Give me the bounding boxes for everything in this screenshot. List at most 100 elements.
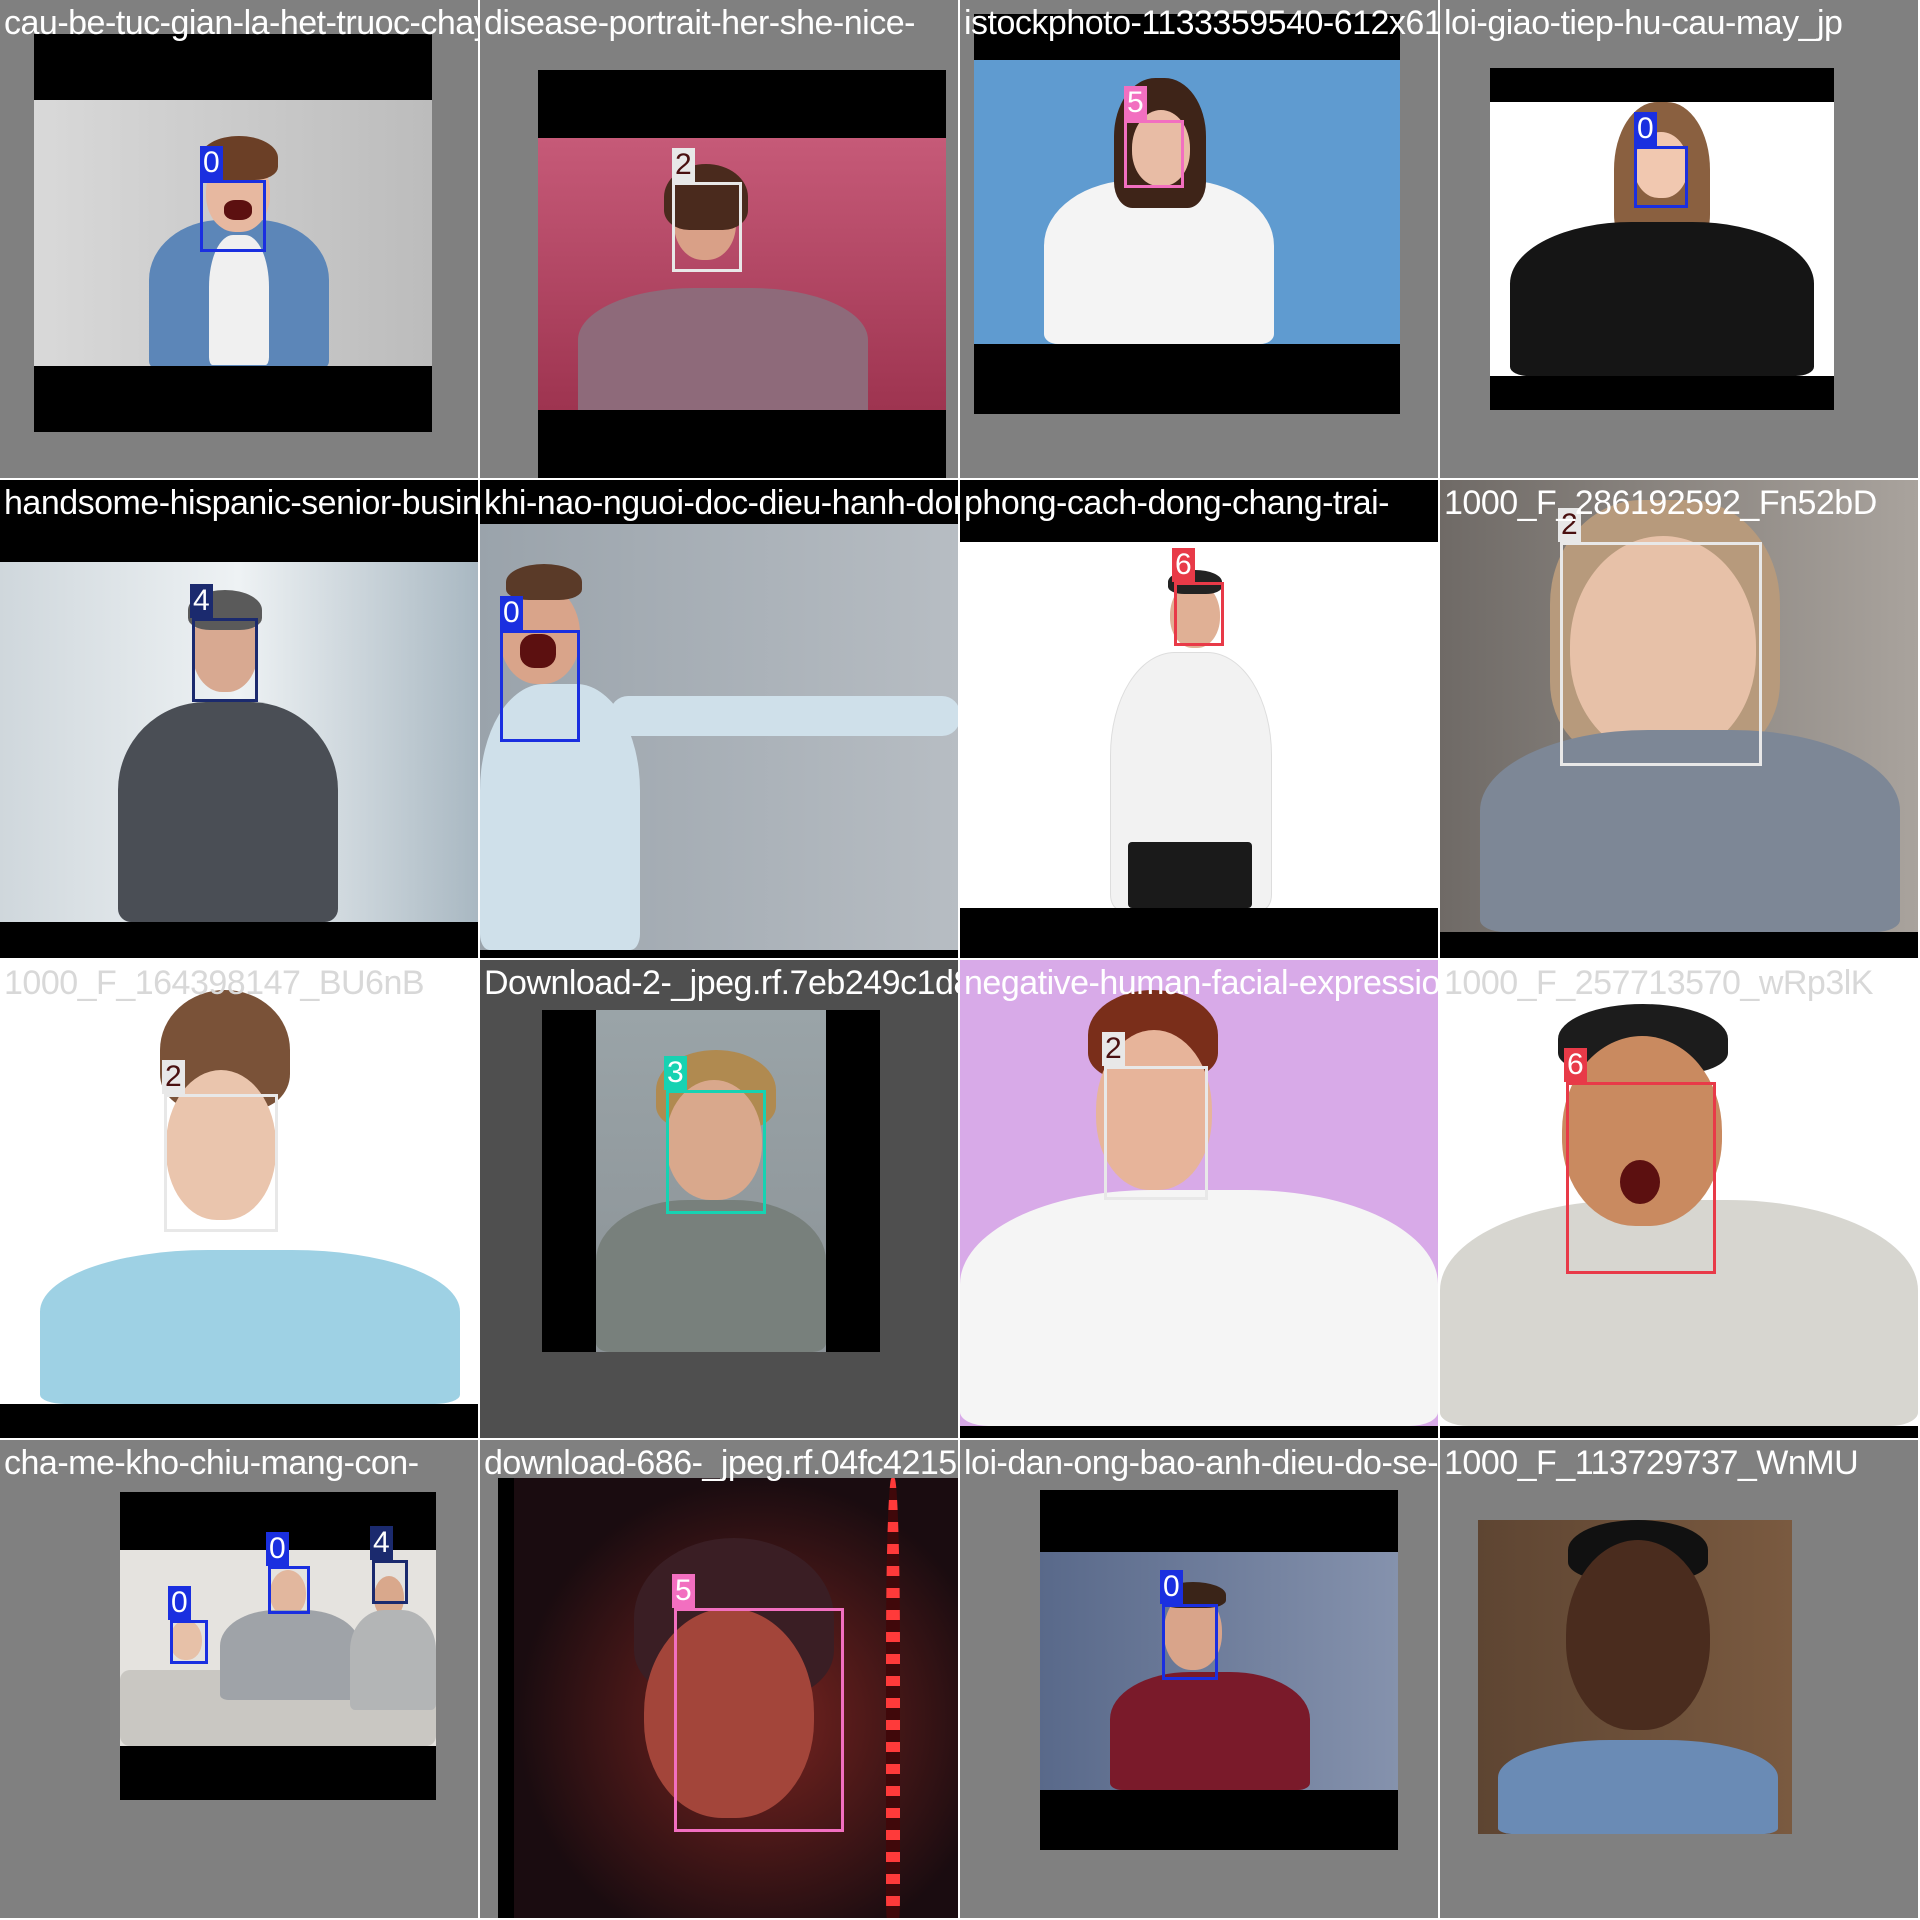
person-hair (506, 564, 582, 600)
letterbox (1040, 1790, 1398, 1850)
letterbox (498, 1478, 514, 1918)
bounding-box-label: 4 (370, 1526, 393, 1560)
tile-title: 1000_F_164398147_BU6nB (4, 964, 425, 1002)
bounding-box (200, 180, 266, 252)
letterbox (480, 950, 958, 958)
person-arm (610, 696, 958, 736)
tile-title: loi-giao-tiep-hu-cau-may_jp (1444, 4, 1843, 42)
tile-title: cau-be-tuc-gian-la-het-truoc-chay-qua-jp… (4, 4, 478, 42)
person-torso (1510, 222, 1814, 376)
person-torso (1110, 1672, 1310, 1790)
image-tile: 2 1000_F_164398147_BU6nB (0, 960, 478, 1438)
letterbox (1490, 376, 1834, 410)
letterbox (538, 410, 946, 478)
person-torso (1498, 1740, 1778, 1834)
tile-title: istockphoto-1133359540-612x612_jpg.rf.51… (964, 4, 1438, 42)
letterbox (542, 1010, 596, 1352)
bounding-box-label: 0 (266, 1532, 289, 1566)
bounding-box (1634, 146, 1688, 208)
bounding-box-label: 2 (672, 148, 695, 182)
bounding-box-label: 5 (672, 1574, 695, 1608)
letterbox (120, 1746, 436, 1800)
image-tile: 3 Download-2-_jpeg.rf.7eb249c1d8f051b878… (480, 960, 958, 1438)
person-torso (596, 1200, 826, 1352)
bounding-box (170, 1620, 208, 1664)
bounding-box (1104, 1066, 1208, 1200)
bounding-box (1174, 582, 1224, 646)
letterbox (538, 70, 946, 138)
bounding-box-label: 0 (500, 596, 523, 630)
bounding-box (674, 1608, 844, 1832)
letterbox (974, 344, 1400, 414)
image-tile: 0 cau-be-tuc-gian-la-het-truoc-chay-qua-… (0, 0, 478, 478)
bounding-box-label: 4 (190, 584, 213, 618)
bounding-box (666, 1090, 766, 1214)
tile-photo (1478, 1520, 1792, 1834)
image-tile: 5 download-686-_jpeg.rf.04fc4215ba9397db… (480, 1440, 958, 1918)
person-torso (578, 288, 868, 410)
letterbox (960, 908, 1438, 958)
bounding-box-label: 0 (168, 1586, 191, 1620)
letterbox (960, 1426, 1438, 1438)
letterbox (1440, 932, 1918, 958)
image-tile: 0 0 4 cha-me-kho-chiu-mang-con- (0, 1440, 478, 1918)
bounding-box (672, 182, 742, 272)
person-shirt (209, 235, 269, 365)
letterbox (0, 922, 478, 958)
letterbox (34, 366, 432, 432)
bounding-box (164, 1094, 278, 1232)
bounding-box (1124, 120, 1184, 188)
bounding-box (500, 630, 580, 742)
image-tile: 0 loi-giao-tiep-hu-cau-may_jp (1440, 0, 1918, 478)
tile-title: 1000_F_113729737_WnMU (1444, 1444, 1859, 1482)
tile-title: 1000_F_257713570_wRp3lK (1444, 964, 1873, 1002)
image-tile: 6 1000_F_257713570_wRp3lK (1440, 960, 1918, 1438)
image-tile: 1000_F_113729737_WnMU (1440, 1440, 1918, 1918)
letterbox (1490, 68, 1834, 102)
image-tile: 0 loi-dan-ong-bao-anh-dieu-do-se-xay-ra_… (960, 1440, 1438, 1918)
bounding-box (1162, 1604, 1218, 1680)
person-torso (960, 1190, 1438, 1426)
image-tile: 2 negative-human-facial-expressions-emot… (960, 960, 1438, 1438)
tile-photo (1040, 1552, 1398, 1790)
letterbox (1440, 1426, 1918, 1438)
tile-title: disease-portrait-her-she-nice- (484, 4, 915, 42)
neon-strip (886, 1478, 900, 1918)
image-tile: 5 istockphoto-1133359540-612x612_jpg.rf.… (960, 0, 1438, 478)
bounding-box-label: 0 (1634, 112, 1657, 146)
bounding-box-label: 2 (1102, 1032, 1125, 1066)
tile-title: cha-me-kho-chiu-mang-con- (4, 1444, 419, 1482)
letterbox (1040, 1490, 1398, 1552)
person-torso (220, 1610, 360, 1700)
tile-title: 1000_F_286192592_Fn52bD (1444, 484, 1877, 522)
letterbox (0, 1404, 478, 1438)
tile-photo (1490, 102, 1834, 376)
bounding-box-label: 6 (1172, 548, 1195, 582)
bounding-box-label: 0 (1160, 1570, 1183, 1604)
person-torso (350, 1610, 436, 1710)
image-tile: 4 handsome-hispanic-senior-business-man- (0, 480, 478, 958)
bounding-box (372, 1560, 408, 1604)
image-tile: 2 disease-portrait-her-she-nice- (480, 0, 958, 478)
bounding-box-label: 2 (162, 1060, 185, 1094)
tile-title: handsome-hispanic-senior-business-man- (4, 484, 478, 522)
tile-photo (974, 60, 1400, 344)
image-tile: 6 phong-cach-dong-chang-trai- (960, 480, 1438, 958)
tile-photo (538, 138, 946, 410)
bounding-box-label: 3 (664, 1056, 687, 1090)
person-face (1566, 1540, 1710, 1730)
mosaic-grid: 0 cau-be-tuc-gian-la-het-truoc-chay-qua-… (0, 0, 1920, 1920)
letterbox (34, 34, 432, 100)
bounding-box (1566, 1082, 1716, 1274)
image-tile: 2 1000_F_286192592_Fn52bD (1440, 480, 1918, 958)
bounding-box-label: 5 (1124, 86, 1147, 120)
tile-title: loi-dan-ong-bao-anh-dieu-do-se-xay-ra_jp (964, 1444, 1438, 1482)
tile-title: download-686-_jpeg.rf.04fc4215ba9397db73 (484, 1444, 958, 1482)
bounding-box-label: 6 (1564, 1048, 1587, 1082)
person-torso (118, 702, 338, 922)
tile-title: khi-nao-nguoi-doc-dieu-hanh-dong-tuyen- (484, 484, 958, 522)
tile-title: Download-2-_jpeg.rf.7eb249c1d8f051b8781 (484, 964, 958, 1002)
tile-title: phong-cach-dong-chang-trai- (964, 484, 1389, 522)
letterbox (826, 1010, 880, 1352)
tile-photo (0, 562, 478, 922)
